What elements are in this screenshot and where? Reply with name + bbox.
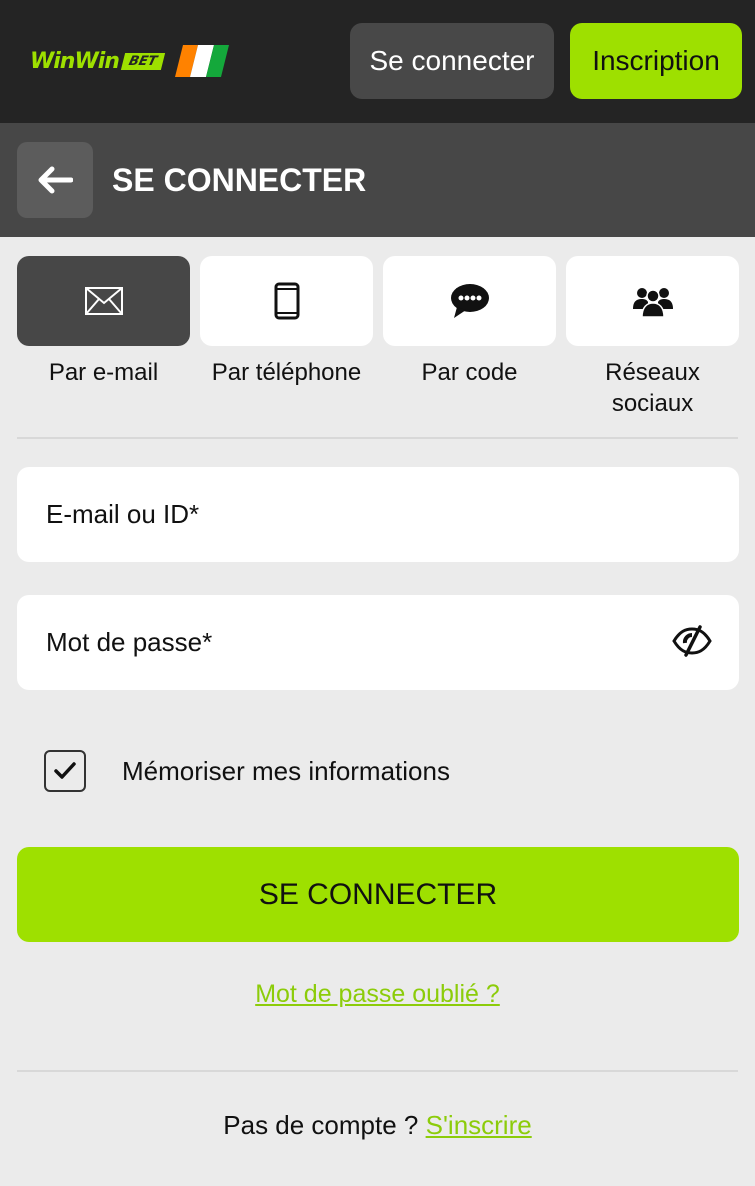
phone-icon — [274, 282, 299, 320]
tab-email-label: Par e-mail — [48, 359, 159, 386]
forgot-password-row: Mot de passe oublié ? — [0, 980, 755, 1009]
email-field[interactable]: E-mail ou ID* — [17, 467, 739, 562]
tab-code-label: Par code — [421, 359, 518, 386]
password-field[interactable]: Mot de passe* — [17, 595, 739, 690]
submit-login-button[interactable]: SE CONNECTER — [17, 847, 739, 942]
tabs-divider — [17, 437, 738, 439]
country-flag-icon — [174, 45, 229, 77]
remember-label[interactable]: Mémoriser mes informations — [122, 750, 450, 792]
email-placeholder: E-mail ou ID* — [46, 499, 200, 529]
forgot-password-link[interactable]: Mot de passe oublié ? — [255, 980, 500, 1008]
eye-off-icon[interactable] — [672, 625, 712, 664]
remember-checkbox[interactable] — [44, 750, 86, 792]
logo-badge: BET — [120, 52, 165, 70]
tab-phone-label: Par téléphone — [211, 359, 362, 386]
tab-email-box[interactable] — [17, 256, 190, 346]
brand-logo[interactable]: WinWin BET — [30, 44, 229, 78]
header-login-button[interactable]: Se connecter — [350, 23, 554, 99]
users-icon — [632, 288, 673, 317]
tab-social-box[interactable] — [566, 256, 739, 346]
no-account-row: Pas de compte ? S'inscrire — [0, 1110, 755, 1141]
tab-code[interactable]: Par code — [383, 256, 556, 388]
page-title: SE CONNECTER — [112, 161, 367, 198]
back-button[interactable] — [17, 142, 93, 218]
chat-bubble-icon — [450, 284, 489, 318]
tab-social[interactable]: Réseaux sociaux — [566, 256, 739, 419]
logo-text: WinWin — [30, 48, 120, 74]
signup-link[interactable]: S'inscrire — [426, 1110, 532, 1140]
checkmark-icon — [54, 762, 76, 779]
no-account-text: Pas de compte ? — [223, 1110, 426, 1140]
top-header: WinWin BET Se connecter Inscription — [0, 0, 755, 123]
arrow-left-icon — [38, 166, 73, 194]
tab-code-box[interactable] — [383, 256, 556, 346]
page-header: SE CONNECTER — [0, 123, 755, 237]
tab-phone[interactable]: Par téléphone — [200, 256, 373, 388]
footer-divider — [17, 1070, 738, 1072]
envelope-icon — [84, 287, 123, 315]
header-signup-button[interactable]: Inscription — [570, 23, 742, 99]
tab-phone-box[interactable] — [200, 256, 373, 346]
tab-social-label: Réseaux sociaux — [605, 359, 700, 417]
tab-email[interactable]: Par e-mail — [17, 256, 190, 388]
password-placeholder: Mot de passe* — [46, 627, 213, 657]
